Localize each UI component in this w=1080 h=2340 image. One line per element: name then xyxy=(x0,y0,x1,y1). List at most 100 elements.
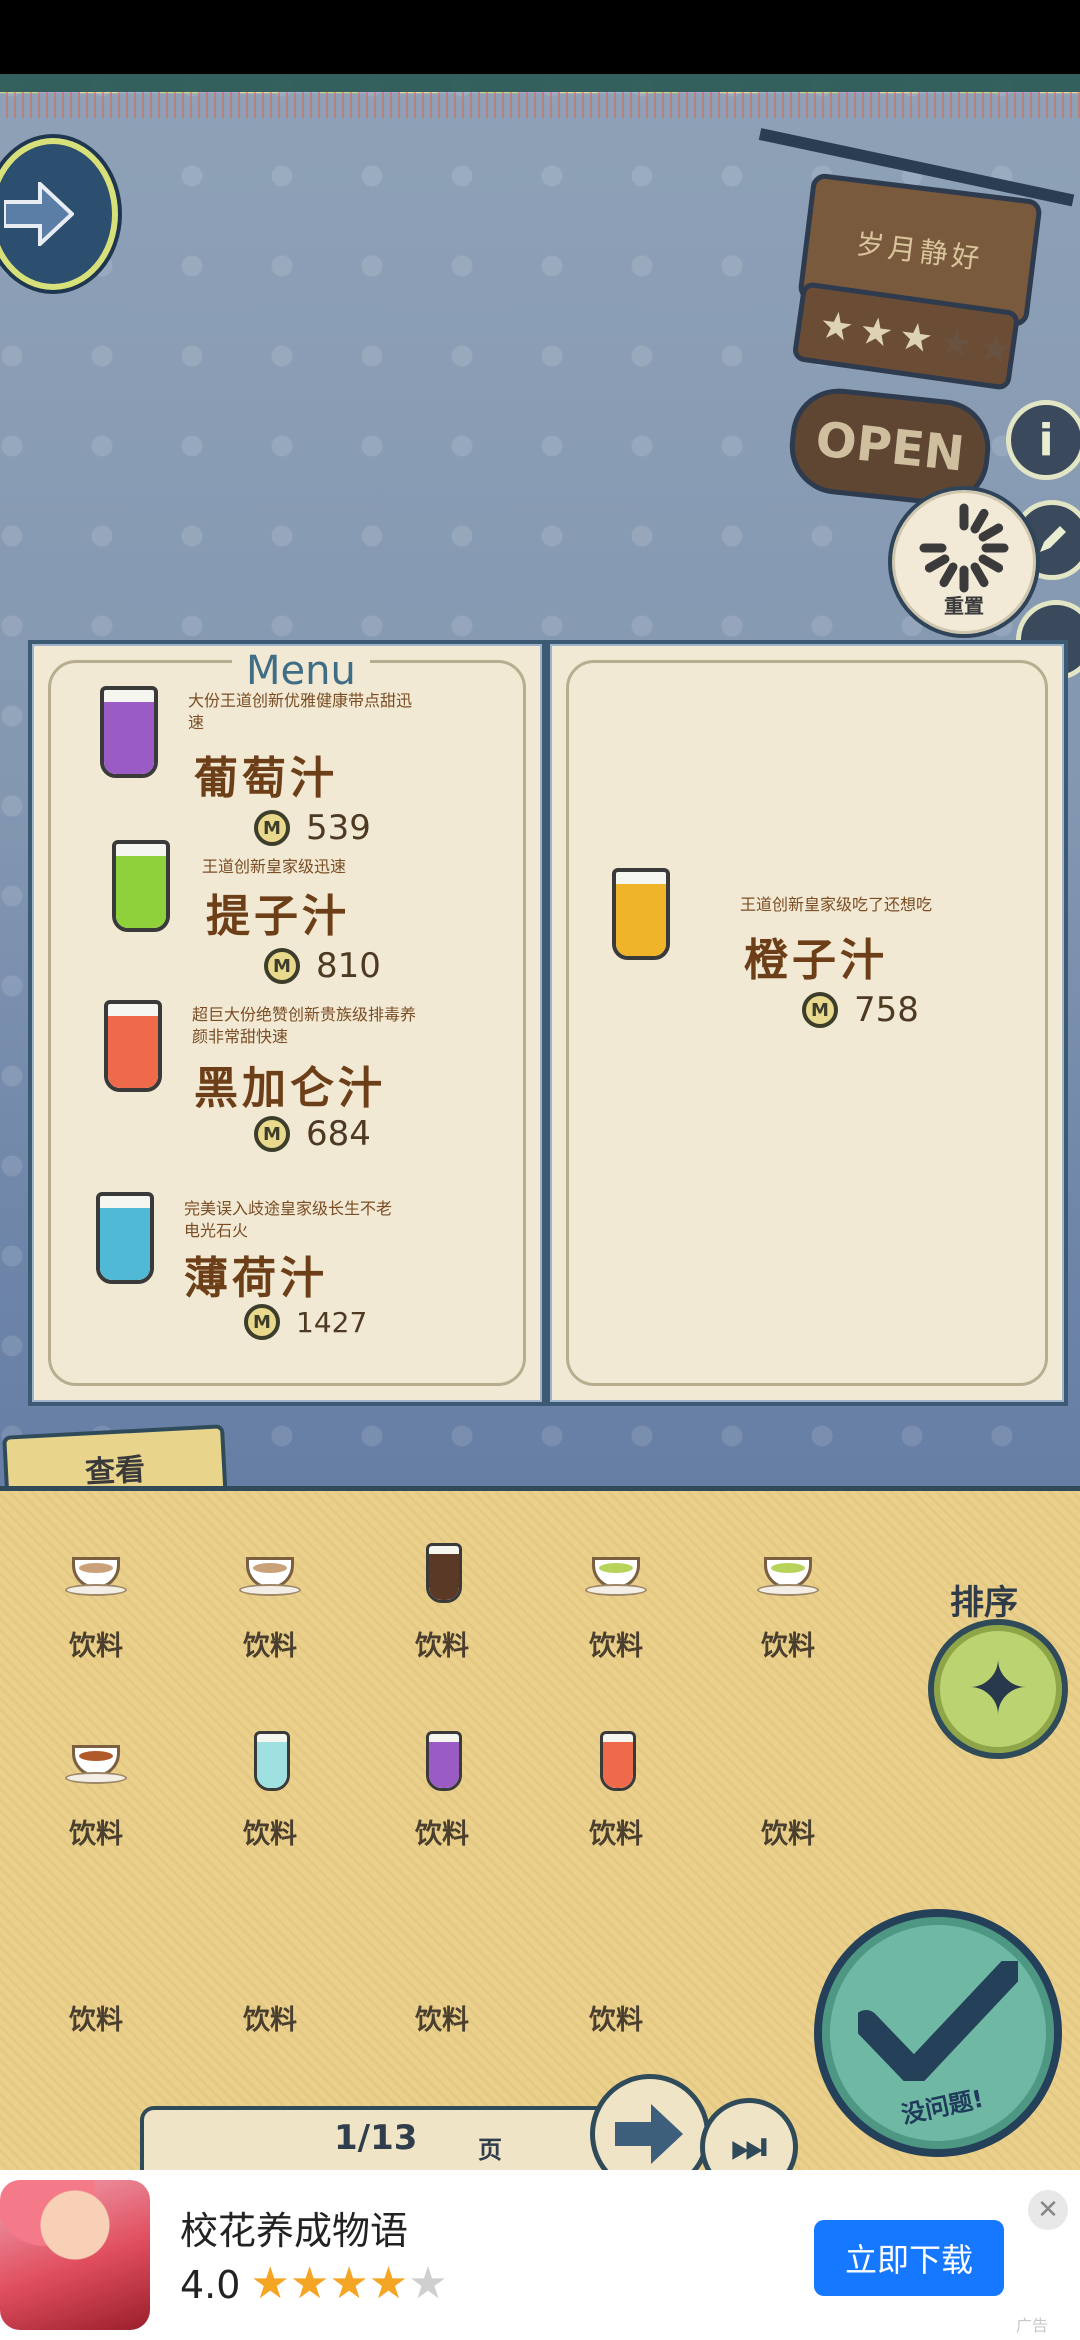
drink-fill xyxy=(257,1741,287,1788)
reset-label: 重置 xyxy=(944,594,984,618)
inventory-grid: 饮料 饮料 饮料 饮料 饮料 饮料 饮料 饮料 饮料 饮料 饮料 饮料 饮料 饮料 xyxy=(0,1491,900,2111)
juice-fill xyxy=(108,1015,158,1088)
inventory-slot[interactable]: 饮料 xyxy=(382,1731,502,1851)
star-icon: ★ xyxy=(289,2258,330,2309)
glass-icon xyxy=(100,686,158,778)
item-desc: 王道创新皇家级迅速 xyxy=(202,857,347,876)
slot-label: 饮料 xyxy=(761,1631,815,1662)
tea-cup-icon xyxy=(65,1745,127,1784)
slot-label: 饮料 xyxy=(243,2005,297,2036)
inventory-slot[interactable]: 饮料 xyxy=(210,1917,330,2037)
stitch-decoration xyxy=(0,92,1080,118)
slot-label: 饮料 xyxy=(415,1631,469,1662)
glass-icon xyxy=(254,1731,290,1791)
inventory-slot[interactable]: 饮料 xyxy=(36,1731,156,1851)
inventory-slot[interactable]: 饮料 xyxy=(728,1731,848,1851)
inventory-slot[interactable]: 饮料 xyxy=(382,1917,502,2037)
confirm-button[interactable]: 没问题! xyxy=(814,1909,1062,2157)
green-tea-cup-icon xyxy=(757,1557,819,1596)
green-tea-cup-icon xyxy=(585,1557,647,1596)
inventory-panel: 饮料 饮料 饮料 饮料 饮料 饮料 饮料 饮料 饮料 饮料 饮料 饮料 饮料 饮料 排序 ✦ 没问题! xyxy=(0,1486,1080,2175)
coffee-cup-icon xyxy=(239,1557,301,1596)
slot-label: 饮料 xyxy=(761,1819,815,1850)
glass-icon xyxy=(96,1192,154,1284)
checkmark-icon xyxy=(858,1961,1018,2081)
ad-rating: 4.0 ★★★★★ xyxy=(180,2262,448,2307)
inventory-slot[interactable]: 饮料 xyxy=(728,1543,848,1663)
drink-fill xyxy=(599,1563,633,1573)
page-indicator: 1/13 xyxy=(334,2118,418,2158)
price-value: 1427 xyxy=(296,1305,368,1339)
star-icon: ★ xyxy=(935,318,976,368)
glass-icon xyxy=(104,1000,162,1092)
star-icon: ★ xyxy=(368,2258,409,2309)
item-name: 薄荷汁 xyxy=(184,1253,328,1304)
glass-icon xyxy=(612,868,670,960)
inventory-slot[interactable]: 饮料 xyxy=(382,1543,502,1663)
item-price: M 684 xyxy=(254,1114,371,1154)
close-icon[interactable]: ✕ xyxy=(1028,2190,1068,2230)
item-desc: 王道创新皇家级吃了还想吃 xyxy=(740,895,933,914)
inventory-slot[interactable]: 饮料 xyxy=(556,1731,676,1851)
item-price: M 758 xyxy=(802,990,919,1030)
drink-fill xyxy=(429,1741,459,1788)
spinner-segment xyxy=(978,554,1004,573)
juice-fill xyxy=(116,855,166,928)
item-price: M 810 xyxy=(264,946,381,986)
slot-label: 饮料 xyxy=(589,2005,643,2036)
inventory-slot[interactable]: 饮料 xyxy=(210,1543,330,1663)
juice-fill xyxy=(104,701,154,774)
item-name: 黑加仑汁 xyxy=(194,1063,386,1114)
drink-fill xyxy=(253,1563,287,1573)
download-button[interactable]: 立即下载 xyxy=(814,2220,1004,2296)
sparkle-icon: ✦ xyxy=(966,1646,1029,1732)
star-icon: ★ xyxy=(856,307,897,356)
star-icon: ★ xyxy=(975,324,1016,373)
slot-label: 饮料 xyxy=(69,2005,123,2036)
reset-button[interactable]: 重置 xyxy=(888,486,1040,638)
skip-forward-icon: ⏭ xyxy=(731,2124,767,2170)
spinner-segment xyxy=(978,523,1004,542)
menu-panel-left: Menu 大份王道创新优雅健康带点甜迅速 葡萄汁 M 539 王道创新皇家级迅速… xyxy=(28,640,546,1406)
slot-label: 饮料 xyxy=(243,1819,297,1850)
inventory-slot[interactable]: 饮料 xyxy=(556,1543,676,1663)
slot-label: 饮料 xyxy=(69,1631,123,1662)
item-price: M 1427 xyxy=(244,1304,367,1340)
price-value: 539 xyxy=(306,808,371,848)
menu-title: Menu xyxy=(232,648,370,694)
inventory-slot[interactable]: 饮料 xyxy=(36,1917,156,2037)
coin-icon: M xyxy=(244,1304,280,1340)
drink-fill xyxy=(429,1553,459,1600)
confirm-label: 没问题! xyxy=(899,2084,986,2130)
inventory-slot[interactable]: 饮料 xyxy=(556,1917,676,2037)
coin-icon: M xyxy=(264,948,300,984)
inventory-slot[interactable]: 饮料 xyxy=(36,1543,156,1663)
star-icon: ★ xyxy=(329,2258,369,2309)
ad-banner[interactable]: 校花养成物语 4.0 ★★★★★ 立即下载 ✕ xyxy=(0,2170,1080,2340)
drink-fill xyxy=(79,1563,113,1573)
star-icon: ★ xyxy=(896,313,937,362)
sort-button[interactable]: ✦ xyxy=(928,1619,1068,1759)
item-name: 提子汁 xyxy=(206,891,350,942)
pager: 1/13 页 xyxy=(140,2106,618,2174)
inventory-slot[interactable]: 饮料 xyxy=(210,1731,330,1851)
drink-fill xyxy=(79,1751,113,1761)
price-value: 684 xyxy=(306,1114,371,1154)
slot-label: 饮料 xyxy=(69,1819,123,1850)
star-icon: ★ xyxy=(408,2258,448,2309)
spinner-segment xyxy=(939,562,958,588)
status-bar xyxy=(0,0,1080,74)
sort-label: 排序 xyxy=(950,1583,1018,1623)
spinner-segment xyxy=(970,508,989,534)
item-name: 橙子汁 xyxy=(744,935,888,986)
price-value: 810 xyxy=(316,946,381,986)
menu-panel-right: 王道创新皇家级吃了还想吃 橙子汁 M 758 xyxy=(546,640,1068,1406)
rating-stars: ★★★★★ xyxy=(250,2262,447,2307)
slot-label: 饮料 xyxy=(589,1631,643,1662)
glass-icon xyxy=(426,1731,462,1791)
coin-icon: M xyxy=(254,810,290,846)
info-button[interactable]: i xyxy=(1006,400,1080,480)
ad-app-title: 校花养成物语 xyxy=(180,2209,409,2253)
item-name: 葡萄汁 xyxy=(194,753,338,804)
coin-icon: M xyxy=(254,1116,290,1152)
